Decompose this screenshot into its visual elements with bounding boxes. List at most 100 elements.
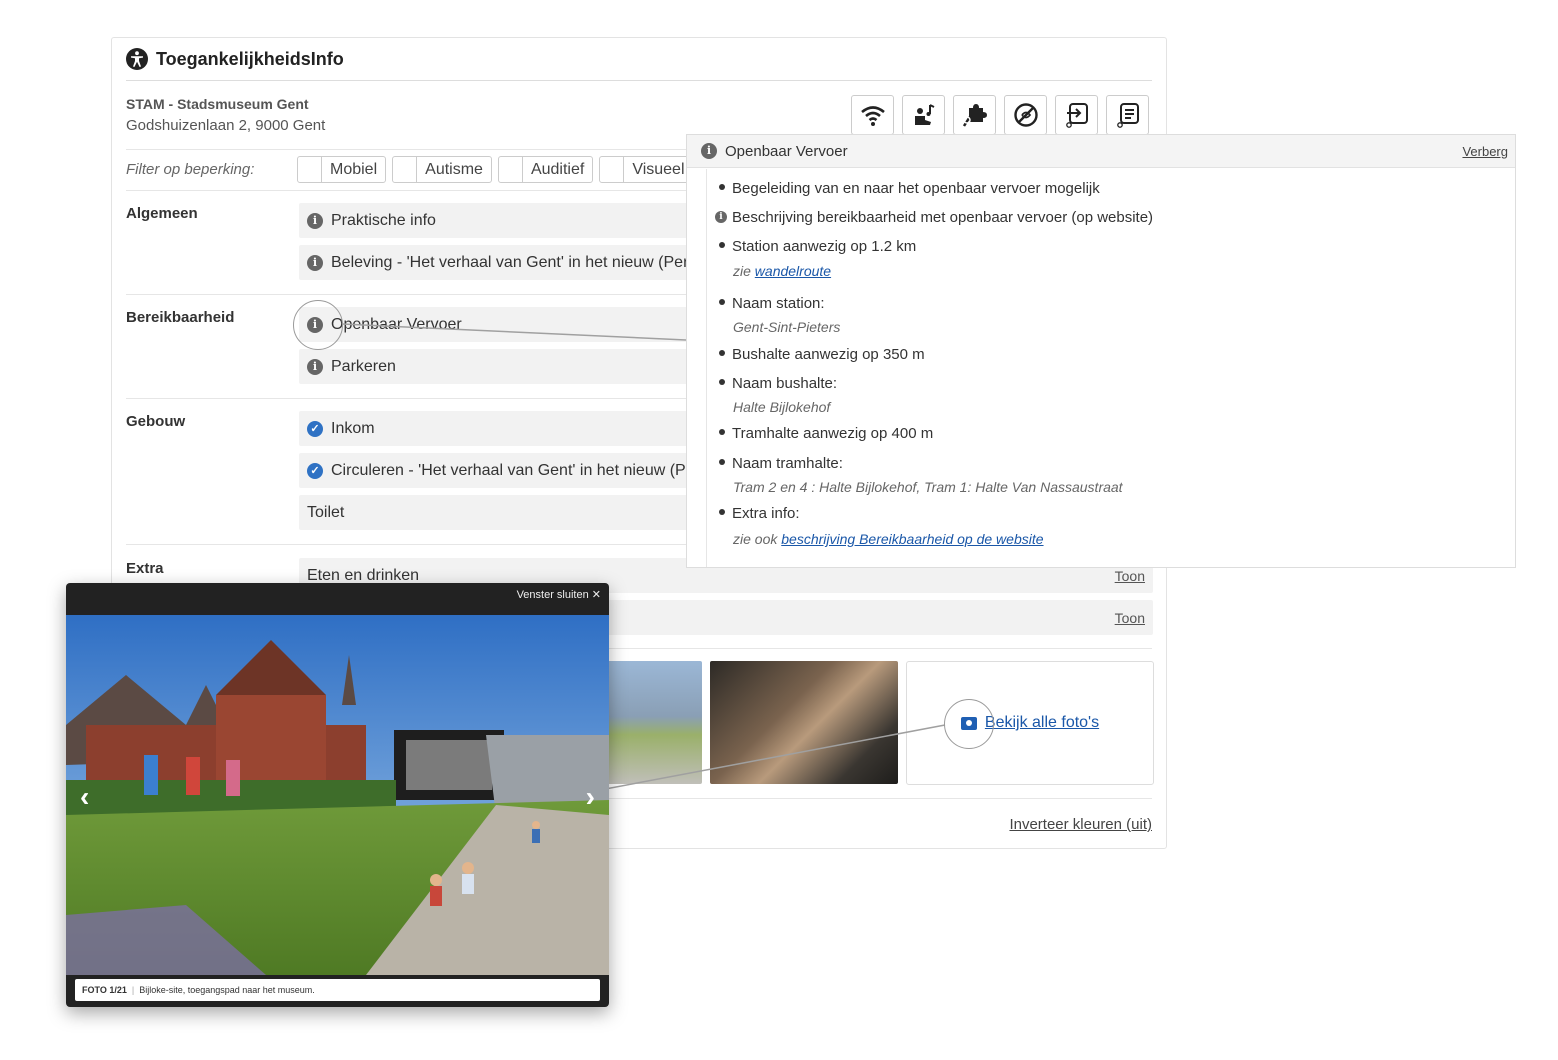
checkbox[interactable] xyxy=(393,157,418,182)
item-text: Beschrijving bereikbaarheid met openbaar… xyxy=(732,209,1154,226)
info-icon: i xyxy=(307,212,323,229)
section-gebouw: Gebouw xyxy=(126,413,186,430)
item-text: Tramhalte aanwezig op 400 m xyxy=(732,425,934,442)
list-item: Naam bushalte: xyxy=(719,375,837,392)
photo-lightbox: Venster sluiten ✕ ‹ › FOTO 1/21 | Bijlok… xyxy=(66,583,609,1007)
wandelroute-link[interactable]: wandelroute xyxy=(755,263,831,279)
bullet xyxy=(719,379,725,386)
puzzle-icon[interactable] xyxy=(953,95,996,135)
no-perfume-icon[interactable] xyxy=(1004,95,1047,135)
filter-label: Filter op beperking: xyxy=(126,161,255,178)
list-item: Station aanwezig op 1.2 km xyxy=(719,238,916,255)
hide-link[interactable]: Verberg xyxy=(1462,144,1508,159)
close-window-button[interactable]: Venster sluiten ✕ xyxy=(517,588,601,601)
caption-separator: | xyxy=(131,985,135,995)
lightbox-topbar: Venster sluiten ✕ xyxy=(66,583,609,615)
next-photo-button[interactable]: › xyxy=(586,781,595,813)
item-text: Station aanwezig op 1.2 km xyxy=(732,238,917,255)
website-link[interactable]: beschrijving Bereikbaarheid op de websit… xyxy=(781,531,1043,547)
feature-icons xyxy=(851,95,1149,135)
filter-mobiel[interactable]: Mobiel xyxy=(297,156,387,183)
row-label: Toilet xyxy=(307,503,345,521)
item-text: Extra info: xyxy=(732,505,800,522)
checkbox[interactable] xyxy=(499,157,523,182)
accessibility-icon xyxy=(126,48,148,70)
item-sub: Tram 2 en 4 : Halte Bijlokehof, Tram 1: … xyxy=(733,479,1123,495)
sub-prefix: zie ook xyxy=(733,531,778,547)
check-icon: ✓ xyxy=(307,420,323,437)
bullet xyxy=(719,242,725,249)
museum-name: STAM - Stadsmuseum Gent xyxy=(126,96,309,112)
list-item: Tramhalte aanwezig op 400 m xyxy=(719,425,933,442)
check-icon: ✓ xyxy=(307,462,323,479)
invert-colors-link[interactable]: Inverteer kleuren (uit) xyxy=(1009,816,1152,833)
row-label: Circuleren - 'Het verhaal van Gent' in h… xyxy=(331,461,695,479)
item-sub: zie ook beschrijving Bereikbaarheid op d… xyxy=(733,531,1044,547)
accessible-exit-icon[interactable] xyxy=(1055,95,1098,135)
list-item: i Beschrijving bereikbaarheid met openbaa… xyxy=(715,209,1153,226)
row-label: Beleving - 'Het verhaal van Gent' in het… xyxy=(331,253,698,271)
all-photos-link[interactable]: Bekijk alle foto's xyxy=(985,714,1099,732)
info-icon: i xyxy=(307,358,323,375)
info-icon: i xyxy=(715,211,727,224)
item-sub: Gent-Sint-Pieters xyxy=(733,319,841,335)
toon-link[interactable]: Toon xyxy=(1115,568,1145,584)
item-text: Bushalte aanwezig op 350 m xyxy=(732,346,925,363)
bullet xyxy=(719,184,725,191)
bullet xyxy=(719,350,725,357)
row-label: Openbaar Vervoer xyxy=(331,315,462,333)
wheelchair-music-icon[interactable] xyxy=(902,95,945,135)
filter-autisme[interactable]: Autisme xyxy=(392,156,492,183)
card-title: ToegankelijkheidsInfo xyxy=(126,48,344,70)
list-item: Begeleiding van en naar het openbaar ver… xyxy=(719,180,1100,197)
callout-circle xyxy=(293,300,343,350)
item-text: Naam station: xyxy=(732,295,825,312)
item-text: Begeleiding van en naar het openbaar ver… xyxy=(732,180,1100,197)
toon-link[interactable]: Toon xyxy=(1115,610,1145,626)
filter-visueel[interactable]: Visueel xyxy=(599,156,694,183)
previous-photo-button[interactable]: ‹ xyxy=(80,781,89,813)
popup-title: Openbaar Vervoer xyxy=(725,142,848,160)
bullet xyxy=(719,459,725,466)
photo-strip: Bekijk alle foto's xyxy=(582,661,1154,785)
item-sub: zie wandelroute xyxy=(733,263,831,279)
filter-auditief[interactable]: Auditief xyxy=(497,156,594,183)
row-label: Eten en drinken xyxy=(307,566,420,584)
accessible-text-icon[interactable] xyxy=(1106,95,1149,135)
filter-label-text: Auditief xyxy=(530,161,585,178)
list-item: Extra info: xyxy=(719,505,800,522)
bullet xyxy=(719,429,725,436)
filter-label-text: Visueel xyxy=(632,161,685,178)
info-icon: i xyxy=(307,254,323,271)
row-label: Inkom xyxy=(331,419,375,437)
photo-caption: FOTO 1/21 | Bijloke-site, toegangspad na… xyxy=(75,979,600,1001)
bullet xyxy=(719,509,725,516)
info-icon: i xyxy=(701,143,717,159)
callout-circle xyxy=(944,699,994,749)
divider xyxy=(126,80,1152,81)
item-text: Naam tramhalte: xyxy=(732,455,843,472)
caption-text: Bijloke-site, toegangspad naar het museu… xyxy=(139,985,315,995)
card-title-text: ToegankelijkheidsInfo xyxy=(156,48,344,69)
museum-address: Godshuizenlaan 2, 9000 Gent xyxy=(126,117,326,134)
wifi-icon[interactable] xyxy=(851,95,894,135)
list-item: Bushalte aanwezig op 350 m xyxy=(719,346,925,363)
row-label: Parkeren xyxy=(331,357,396,375)
item-sub: Halte Bijlokehof xyxy=(733,399,831,415)
row-label: Praktische info xyxy=(331,211,436,229)
bullet xyxy=(719,299,725,306)
popup-header: i Openbaar Vervoer Verberg xyxy=(687,135,1515,168)
filter-label-text: Mobiel xyxy=(330,161,378,178)
photo-counter: FOTO 1/21 xyxy=(82,985,127,995)
openbaar-vervoer-popup: i Openbaar Vervoer Verberg Begeleiding v… xyxy=(686,134,1516,568)
checkbox[interactable] xyxy=(600,157,625,182)
photo-thumbnail[interactable] xyxy=(710,661,898,784)
list-item: Naam tramhalte: xyxy=(719,455,843,472)
section-algemeen: Algemeen xyxy=(126,205,198,222)
list-item: Naam station: xyxy=(719,295,825,312)
item-text: Naam bushalte: xyxy=(732,375,838,392)
section-extra: Extra xyxy=(126,560,164,577)
checkbox[interactable] xyxy=(298,157,322,182)
filter-chips: Mobiel Autisme Auditief Visueel xyxy=(297,156,694,183)
filter-label-text: Autisme xyxy=(425,161,483,178)
